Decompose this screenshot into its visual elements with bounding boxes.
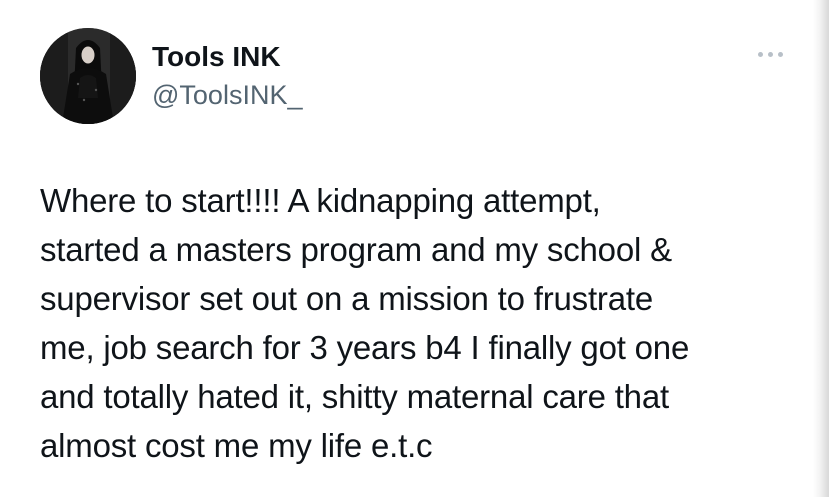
tweet-line: almost cost me my life e.t.c [40,427,433,464]
author-avatar[interactable] [40,28,136,124]
profile-photo-icon [40,28,136,124]
screen-edge [813,0,829,497]
tweet-card: Tools INK @ToolsINK_ Where to start!!!! … [0,0,829,497]
tweet-line: and totally hated it, shitty maternal ca… [40,378,669,415]
more-options-button[interactable] [750,42,790,66]
tweet-body: Where to start!!!! A kidnapping attempt,… [40,176,780,470]
tweet-line: started a masters program and my school … [40,231,672,268]
tweet-line: me, job search for 3 years b4 I finally … [40,329,690,366]
author-handle[interactable]: @ToolsINK_ [152,78,302,112]
tweet-line: supervisor set out on a mission to frust… [40,280,653,317]
more-dot [777,51,783,57]
author-info: Tools INK @ToolsINK_ [152,40,302,112]
more-dot [767,51,773,57]
more-dot [757,51,763,57]
tweet-line: Where to start!!!! A kidnapping attempt, [40,182,601,219]
author-display-name[interactable]: Tools INK [152,40,302,74]
